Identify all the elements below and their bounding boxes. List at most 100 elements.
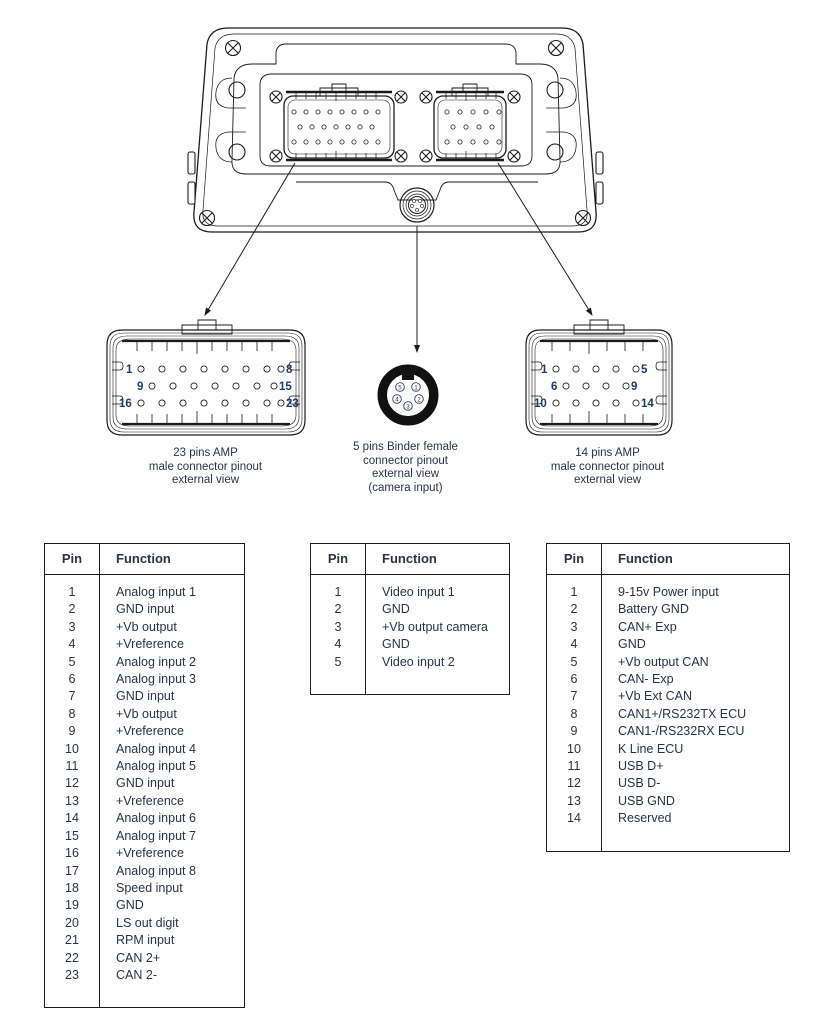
cell-pin: 4 [45,636,100,654]
pin-label-23-row3-start: 16 [119,398,132,410]
cell-function: +Vb Ext CAN [618,689,692,704]
table-row: 11 USB D+ [547,758,789,776]
cell-function: USB D+ [618,759,664,774]
cell-function: Analog input 8 [116,863,196,878]
cell-pin: 10 [45,740,100,759]
cell-function: Analog input 3 [116,672,196,687]
cell-function: Analog input 4 [116,741,196,756]
cell-pin: 12 [547,775,602,793]
cell-pin: 21 [45,932,100,950]
table-row: 10 Analog input 4 [45,740,244,759]
cell-function: GND input [116,689,175,704]
pin-label-14-row3-start: 10 [534,398,547,410]
table-row: 4 +Vreference [45,636,244,654]
pin-label-23-row3-end: 23 [286,398,299,410]
cell-pin: 14 [45,810,100,828]
cell-function: +Vreference [116,846,184,861]
cell-pin: 5 [311,653,366,672]
pin-label-14-row2-start: 6 [551,381,557,393]
pin-label-5-1: 1 [414,384,418,391]
cell-pin: 22 [45,949,100,967]
table-row: 20 LS out digit [45,914,244,933]
cell-function: Analog input 2 [116,654,196,669]
table-row: 9 +Vreference [45,723,244,741]
cell-function: +Vb output [116,706,177,721]
cell-function: LS out digit [116,915,179,930]
cell-pin: 4 [547,636,602,654]
table-row: 3 +Vb output [45,618,244,637]
cell-function: GND input [116,776,175,791]
table-header-row: Pin Function [547,544,789,575]
cell-pin: 4 [311,636,366,654]
pin-label-5-4: 4 [395,396,399,403]
table-row: 6 Analog input 3 [45,671,244,689]
table-row: 3 +Vb output camera [311,618,509,637]
column-header-pin: Pin [547,544,602,575]
cell-pin: 5 [45,653,100,672]
cell-pin: 18 [45,879,100,898]
cell-pin: 7 [547,688,602,706]
cell-pin: 6 [45,671,100,689]
column-header-pin: Pin [45,544,100,575]
table-body: 1 Analog input 1 2 GND input 3 +Vb output 4 +Vr… [45,574,244,1008]
table-bottom-spacer [45,984,244,1008]
cell-function: Analog input 1 [116,585,196,599]
cell-pin: 9 [45,723,100,741]
cell-function: GND [382,637,410,652]
cell-function: CAN- Exp [618,672,674,687]
cell-pin: 13 [45,792,100,811]
table-row: 1 Analog input 1 [45,574,244,602]
table-bottom-spacer [311,671,509,695]
cell-pin: 11 [547,758,602,776]
cell-pin: 5 [547,653,602,672]
cell-function: CAN1-/RS232RX ECU [618,724,745,739]
cell-function: GND [116,898,144,913]
table-row: 13 USB GND [547,792,789,811]
table-row: 19 GND [45,897,244,915]
table-row: 3 CAN+ Exp [547,618,789,637]
cell-function: +Vb output CAN [618,654,709,669]
pinout-table-connector-5: Pin Function 1 Video input 1 2 GND 3 +Vb outp… [310,543,510,696]
cell-pin: 11 [45,758,100,776]
pinout-diagram-page: 1 8 9 15 16 23 1 5 6 9 10 14 1 2 3 4 5 2… [0,0,834,1018]
cell-pin: 20 [45,914,100,933]
table-row: 7 +Vb Ext CAN [547,688,789,706]
pin-label-14-row1-start: 1 [541,364,548,376]
table-row: 16 +Vreference [45,845,244,863]
table-row: 5 +Vb output CAN [547,653,789,672]
table-row: 10 K Line ECU [547,740,789,759]
table-body: 1 Video input 1 2 GND 3 +Vb output camera 4 GND… [311,574,509,695]
cell-function: CAN+ Exp [618,619,677,634]
cell-pin: 3 [311,618,366,637]
table-row: 22 CAN 2+ [45,949,244,967]
pinout-detail-14: 1 5 6 9 10 14 [525,319,673,436]
cell-pin: 3 [45,618,100,637]
table-row: 4 GND [547,636,789,654]
column-header-function: Function [365,544,509,575]
table-row: 14 Reserved [547,810,789,828]
table-row: 5 Video input 2 [311,653,509,672]
column-header-function: Function [99,544,244,575]
cell-function: Reserved [618,811,672,826]
caption-connector-14: 14 pins AMP male connector pinout extern… [550,447,665,486]
cell-pin: 16 [45,845,100,863]
cell-pin: 2 [547,601,602,619]
cell-function: USB D- [618,776,661,791]
table-row: 2 Battery GND [547,601,789,619]
cell-function: USB GND [618,793,675,808]
cell-function: K Line ECU [618,741,684,756]
cell-function: Video input 1 [382,585,455,599]
table-row: 5 Analog input 2 [45,653,244,672]
table-row: 12 USB D- [547,775,789,793]
column-header-function: Function [601,544,789,575]
table-row: 12 GND input [45,775,244,793]
cell-function: +Vreference [116,637,184,652]
table-row: 13 +Vreference [45,792,244,811]
table-header-row: Pin Function [45,544,244,575]
pin-label-14-row3-end: 14 [641,398,654,410]
cell-function: Battery GND [618,602,689,617]
cell-pin: 8 [45,705,100,724]
table-row: 4 GND [311,636,509,654]
cell-function: GND [618,637,646,652]
cell-function: GND input [116,602,175,617]
